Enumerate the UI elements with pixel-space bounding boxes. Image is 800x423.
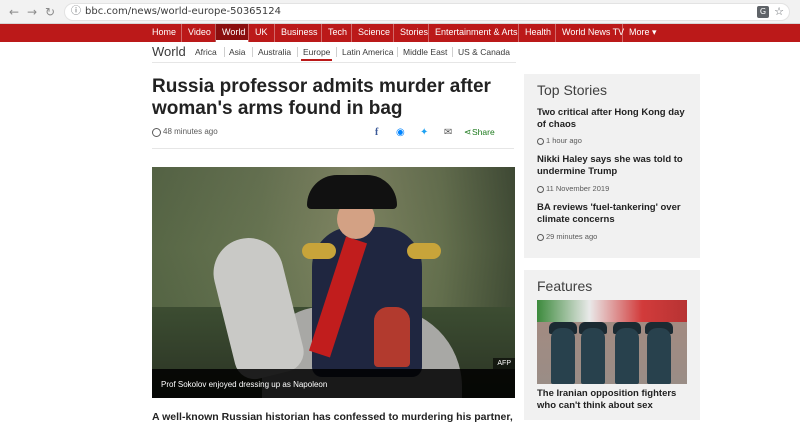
forward-icon[interactable]: → bbox=[24, 4, 40, 20]
nav-health[interactable]: Health bbox=[518, 24, 555, 42]
image-bicorne-hat bbox=[307, 175, 397, 209]
article-timestamp: 48 minutes ago bbox=[163, 127, 218, 136]
image-soldier bbox=[647, 328, 671, 384]
address-bar[interactable]: ⓘ bbc.com/news/world-europe-50365124 G ☆ bbox=[64, 3, 790, 21]
subnav-australia[interactable]: Australia bbox=[258, 47, 291, 57]
facebook-icon[interactable]: f bbox=[375, 127, 378, 139]
divider bbox=[397, 47, 398, 57]
feature-image[interactable] bbox=[537, 300, 687, 384]
divider bbox=[224, 47, 225, 57]
article-headline: Russia professor admits murder after wom… bbox=[152, 76, 491, 119]
nav-business[interactable]: Business bbox=[274, 24, 321, 42]
subnav-africa[interactable]: Africa bbox=[195, 47, 217, 57]
subnav-latin-america[interactable]: Latin America bbox=[342, 47, 394, 57]
top-story-time: 29 minutes ago bbox=[546, 232, 598, 241]
messenger-icon[interactable]: ◉ bbox=[396, 127, 405, 139]
clock-icon bbox=[537, 138, 544, 145]
nav-stories[interactable]: Stories bbox=[393, 24, 428, 42]
subnav-middle-east[interactable]: Middle East bbox=[403, 47, 447, 57]
nav-video[interactable]: Video bbox=[181, 24, 215, 42]
reload-icon[interactable]: ↻ bbox=[42, 4, 58, 20]
nav-more-label: More bbox=[629, 27, 650, 37]
chevron-down-icon: ▾ bbox=[652, 27, 657, 37]
features-title: Features bbox=[537, 278, 593, 294]
share-button[interactable]: Share bbox=[472, 127, 495, 137]
image-flag bbox=[537, 300, 687, 322]
article-image: AFP Prof Sokolov enjoyed dressing up as … bbox=[152, 167, 515, 398]
url-text: bbc.com/news/world-europe-50365124 bbox=[85, 6, 281, 17]
image-epaulette bbox=[407, 243, 441, 259]
info-icon[interactable]: ⓘ bbox=[71, 4, 81, 20]
top-story-time: 11 November 2019 bbox=[546, 184, 610, 193]
top-story-link[interactable]: Two critical after Hong Kong day of chao… bbox=[537, 107, 687, 131]
nav-entertainment-arts[interactable]: Entertainment & Arts bbox=[428, 24, 518, 42]
image-caption: Prof Sokolov enjoyed dressing up as Napo… bbox=[161, 380, 328, 389]
image-soldier bbox=[551, 328, 575, 384]
features-panel: Features The Iranian opposition fighters… bbox=[524, 270, 700, 420]
nav-home[interactable]: Home bbox=[146, 24, 184, 42]
image-soldier bbox=[615, 328, 639, 384]
browser-toolbar: ← → ↻ ⓘ bbc.com/news/world-europe-503651… bbox=[0, 0, 800, 24]
article-lead: A well-known Russian historian has confe… bbox=[152, 411, 515, 423]
section-title[interactable]: World bbox=[152, 44, 186, 59]
nav-world[interactable]: World bbox=[215, 24, 248, 42]
image-soldier bbox=[581, 328, 605, 384]
nav-uk[interactable]: UK bbox=[248, 24, 274, 42]
share-icon[interactable]: ⋖ bbox=[464, 127, 472, 139]
email-icon[interactable]: ✉ bbox=[444, 127, 452, 139]
top-stories-title: Top Stories bbox=[537, 82, 608, 98]
subnav-us-canada[interactable]: US & Canada bbox=[458, 47, 510, 57]
nav-science[interactable]: Science bbox=[351, 24, 393, 42]
bookmark-star-icon[interactable]: ☆ bbox=[774, 4, 784, 20]
twitter-icon[interactable]: ✦ bbox=[420, 127, 428, 139]
divider bbox=[252, 47, 253, 57]
bbc-news-nav: Home Video World UK Business Tech Scienc… bbox=[0, 24, 800, 42]
image-bystander bbox=[374, 307, 410, 367]
clock-icon bbox=[537, 234, 544, 241]
image-epaulette bbox=[302, 243, 336, 259]
top-story-time: 1 hour ago bbox=[546, 136, 582, 145]
top-stories-panel: Top Stories Two critical after Hong Kong… bbox=[524, 74, 700, 258]
back-icon[interactable]: ← bbox=[6, 4, 22, 20]
top-story-link[interactable]: Nikki Haley says she was told to undermi… bbox=[537, 154, 687, 178]
nav-world-news-tv[interactable]: World News TV bbox=[555, 24, 624, 42]
nav-tech[interactable]: Tech bbox=[321, 24, 351, 42]
image-credit: AFP bbox=[493, 358, 515, 369]
section-subnav: World Africa Asia Australia Europe Latin… bbox=[152, 42, 516, 63]
subnav-asia[interactable]: Asia bbox=[229, 47, 246, 57]
divider bbox=[297, 47, 298, 57]
clock-icon bbox=[152, 128, 161, 137]
divider bbox=[452, 47, 453, 57]
article-meta: 48 minutes ago f ◉ ✦ ✉ ⋖ Share bbox=[152, 126, 514, 149]
clock-icon bbox=[537, 186, 544, 193]
subnav-europe[interactable]: Europe bbox=[300, 47, 333, 61]
translate-icon[interactable]: G bbox=[757, 6, 769, 18]
nav-more[interactable]: More ▾ bbox=[622, 24, 662, 42]
feature-link[interactable]: The Iranian opposition fighters who can'… bbox=[537, 388, 697, 412]
divider bbox=[336, 47, 337, 57]
top-story-link[interactable]: BA reviews 'fuel-tankering' over climate… bbox=[537, 202, 687, 226]
